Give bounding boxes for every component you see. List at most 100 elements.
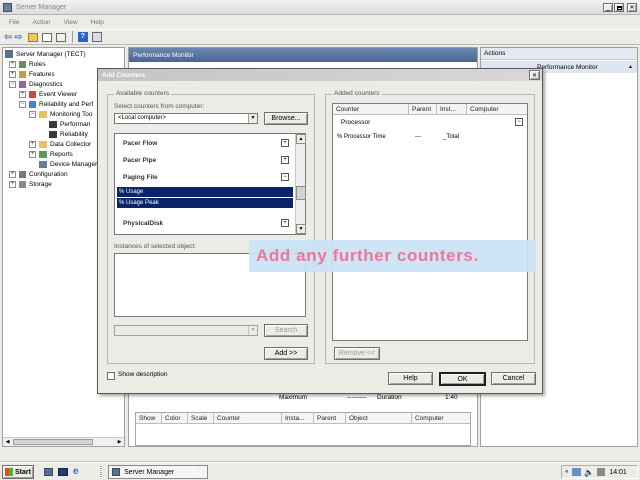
collapse-icon[interactable]: − <box>29 110 36 118</box>
added-col-counter[interactable]: Counter <box>333 104 409 115</box>
added-group-row[interactable]: Processor − <box>333 117 527 128</box>
duration-label: Duration <box>377 394 402 401</box>
tree-item-event-viewer[interactable]: + Event Viewer <box>19 89 77 99</box>
cancel-button[interactable]: Cancel <box>491 372 536 385</box>
minimize-button[interactable]: _ <box>603 3 613 12</box>
start-button[interactable]: Start <box>2 465 34 479</box>
storage-icon <box>19 180 26 188</box>
search-button[interactable]: Search <box>264 324 308 337</box>
taskbar-task-server-manager[interactable]: Server Manager <box>108 465 208 479</box>
search-input[interactable]: ▼ <box>114 325 258 336</box>
grid-col-scale[interactable]: Scale <box>188 413 214 424</box>
grid-col-color[interactable]: Color <box>162 413 188 424</box>
counter-list-item[interactable]: Paging File − <box>117 172 293 183</box>
scroll-right-arrow-icon[interactable]: ▶ <box>115 438 124 446</box>
maximize-button[interactable] <box>614 3 624 12</box>
expand-icon[interactable]: + <box>9 60 16 68</box>
tree-item-reliability-monitor[interactable]: Reliability <box>49 129 88 139</box>
tree-item-roles[interactable]: + Roles <box>9 59 46 69</box>
grid-col-counter[interactable]: Counter <box>214 413 282 424</box>
tree-item-reports[interactable]: + Reports <box>29 149 73 159</box>
quick-launch-ie-icon[interactable]: e <box>73 467 79 477</box>
grid-col-parent[interactable]: Parent <box>314 413 346 424</box>
added-col-instance[interactable]: Inst... <box>437 104 467 115</box>
collapse-icon[interactable]: − <box>515 118 523 126</box>
added-col-parent[interactable]: Parent <box>409 104 437 115</box>
expand-icon[interactable]: + <box>281 219 289 227</box>
tree-item-configuration[interactable]: + Configuration <box>9 169 68 179</box>
counter-list-item[interactable]: PhysicalDisk + <box>117 218 293 229</box>
dialog-close-button[interactable]: ✕ <box>529 70 540 80</box>
up-folder-icon[interactable] <box>27 32 38 42</box>
counter-list-item[interactable]: Pacer Pipe + <box>117 155 293 166</box>
help-icon[interactable]: ? <box>77 32 88 42</box>
add-button[interactable]: Add >> <box>264 347 308 360</box>
scroll-down-arrow-icon[interactable]: ▼ <box>296 224 306 234</box>
tray-clock[interactable]: 14:01 <box>609 469 627 476</box>
expand-icon[interactable]: + <box>9 70 16 78</box>
tree-item-monitoring-tools[interactable]: − Monitoring Too <box>29 109 93 119</box>
menu-help[interactable]: Help <box>91 19 104 26</box>
counter-list-scrollbar[interactable]: ▲ ▼ <box>295 134 306 234</box>
tree-item-device-manager[interactable]: Device Manager <box>29 159 97 169</box>
menu-action[interactable]: Action <box>32 19 50 26</box>
quick-launch-powershell-icon[interactable] <box>58 468 68 476</box>
menu-view[interactable]: View <box>64 19 78 26</box>
tree-item-reliability-perf[interactable]: − Reliability and Perf <box>19 99 93 109</box>
volume-icon[interactable]: 🔈 <box>584 468 594 477</box>
remove-button[interactable]: Remove << <box>334 347 380 360</box>
expand-icon[interactable]: + <box>281 156 289 164</box>
network-icon[interactable] <box>572 468 582 476</box>
tree-item-data-collector-sets[interactable]: + Data Collector <box>29 139 91 149</box>
tree-item-diagnostics[interactable]: − Diagnostics <box>9 79 63 89</box>
dropdown-arrow-icon[interactable]: ▼ <box>248 326 257 335</box>
tray-app-icon[interactable] <box>597 468 606 476</box>
grid-col-object[interactable]: Object <box>346 413 412 424</box>
tray-chevron-icon[interactable]: « <box>565 469 568 475</box>
console-tree-icon[interactable] <box>41 32 52 42</box>
grid-col-computer[interactable]: Computer <box>412 413 470 424</box>
counter-list-item[interactable]: Pacer Flow + <box>117 138 293 149</box>
dropdown-arrow-icon[interactable]: ▼ <box>248 114 257 123</box>
scroll-left-arrow-icon[interactable]: ◀ <box>3 438 12 446</box>
expand-icon[interactable]: + <box>19 90 26 98</box>
forward-arrow-icon[interactable]: ⇨ <box>14 32 22 43</box>
tree-item-storage[interactable]: + Storage <box>9 179 52 189</box>
show-description-checkbox[interactable] <box>107 372 115 380</box>
computer-combobox[interactable]: <Local computer> ▼ <box>114 113 258 124</box>
expand-icon[interactable]: + <box>9 180 16 188</box>
properties-icon[interactable] <box>55 32 66 42</box>
collapse-icon[interactable]: − <box>19 100 26 108</box>
help-button[interactable]: Help <box>388 372 433 385</box>
expand-icon[interactable]: + <box>29 140 36 148</box>
grid-col-show[interactable]: Show <box>136 413 162 424</box>
maximum-label: Maximum <box>279 394 308 401</box>
back-arrow-icon[interactable]: ⇦ <box>4 32 12 43</box>
counter-list-item[interactable]: % Usage <box>117 187 293 197</box>
tree-item-performance-monitor[interactable]: Performan <box>49 119 90 129</box>
menu-file[interactable]: File <box>9 19 19 26</box>
added-col-computer[interactable]: Computer <box>467 104 527 115</box>
added-counter-row[interactable]: % Processor Time --- _Total <box>333 134 527 144</box>
expand-icon[interactable]: + <box>281 139 289 147</box>
tree-root[interactable]: Server Manager (TECT) <box>5 49 86 59</box>
counter-list-item[interactable]: % Usage Peak <box>117 198 293 208</box>
collapse-icon[interactable]: − <box>9 80 16 88</box>
snapin-icon[interactable] <box>91 32 102 42</box>
tree-horizontal-scrollbar[interactable]: ◀ ▶ <box>3 437 124 446</box>
expand-icon[interactable]: + <box>29 150 36 158</box>
tree-item-reports-label: Reports <box>50 150 73 158</box>
tree-item-features[interactable]: + Features <box>9 69 55 79</box>
tree-item-diagnostics-label: Diagnostics <box>29 80 63 88</box>
counter-list-item-label: Pacer Flow <box>123 140 158 147</box>
scroll-thumb[interactable] <box>13 439 93 445</box>
scroll-up-arrow-icon[interactable]: ▲ <box>296 134 306 144</box>
quick-launch-server-manager-icon[interactable] <box>44 468 53 476</box>
grid-col-instance[interactable]: Insta... <box>282 413 314 424</box>
browse-button[interactable]: Browse... <box>264 112 308 125</box>
ok-button[interactable]: OK <box>439 372 486 386</box>
expand-icon[interactable]: + <box>9 170 16 178</box>
collapse-icon[interactable]: − <box>281 173 289 181</box>
close-button[interactable]: ✕ <box>627 3 637 12</box>
scroll-thumb[interactable] <box>296 186 306 200</box>
